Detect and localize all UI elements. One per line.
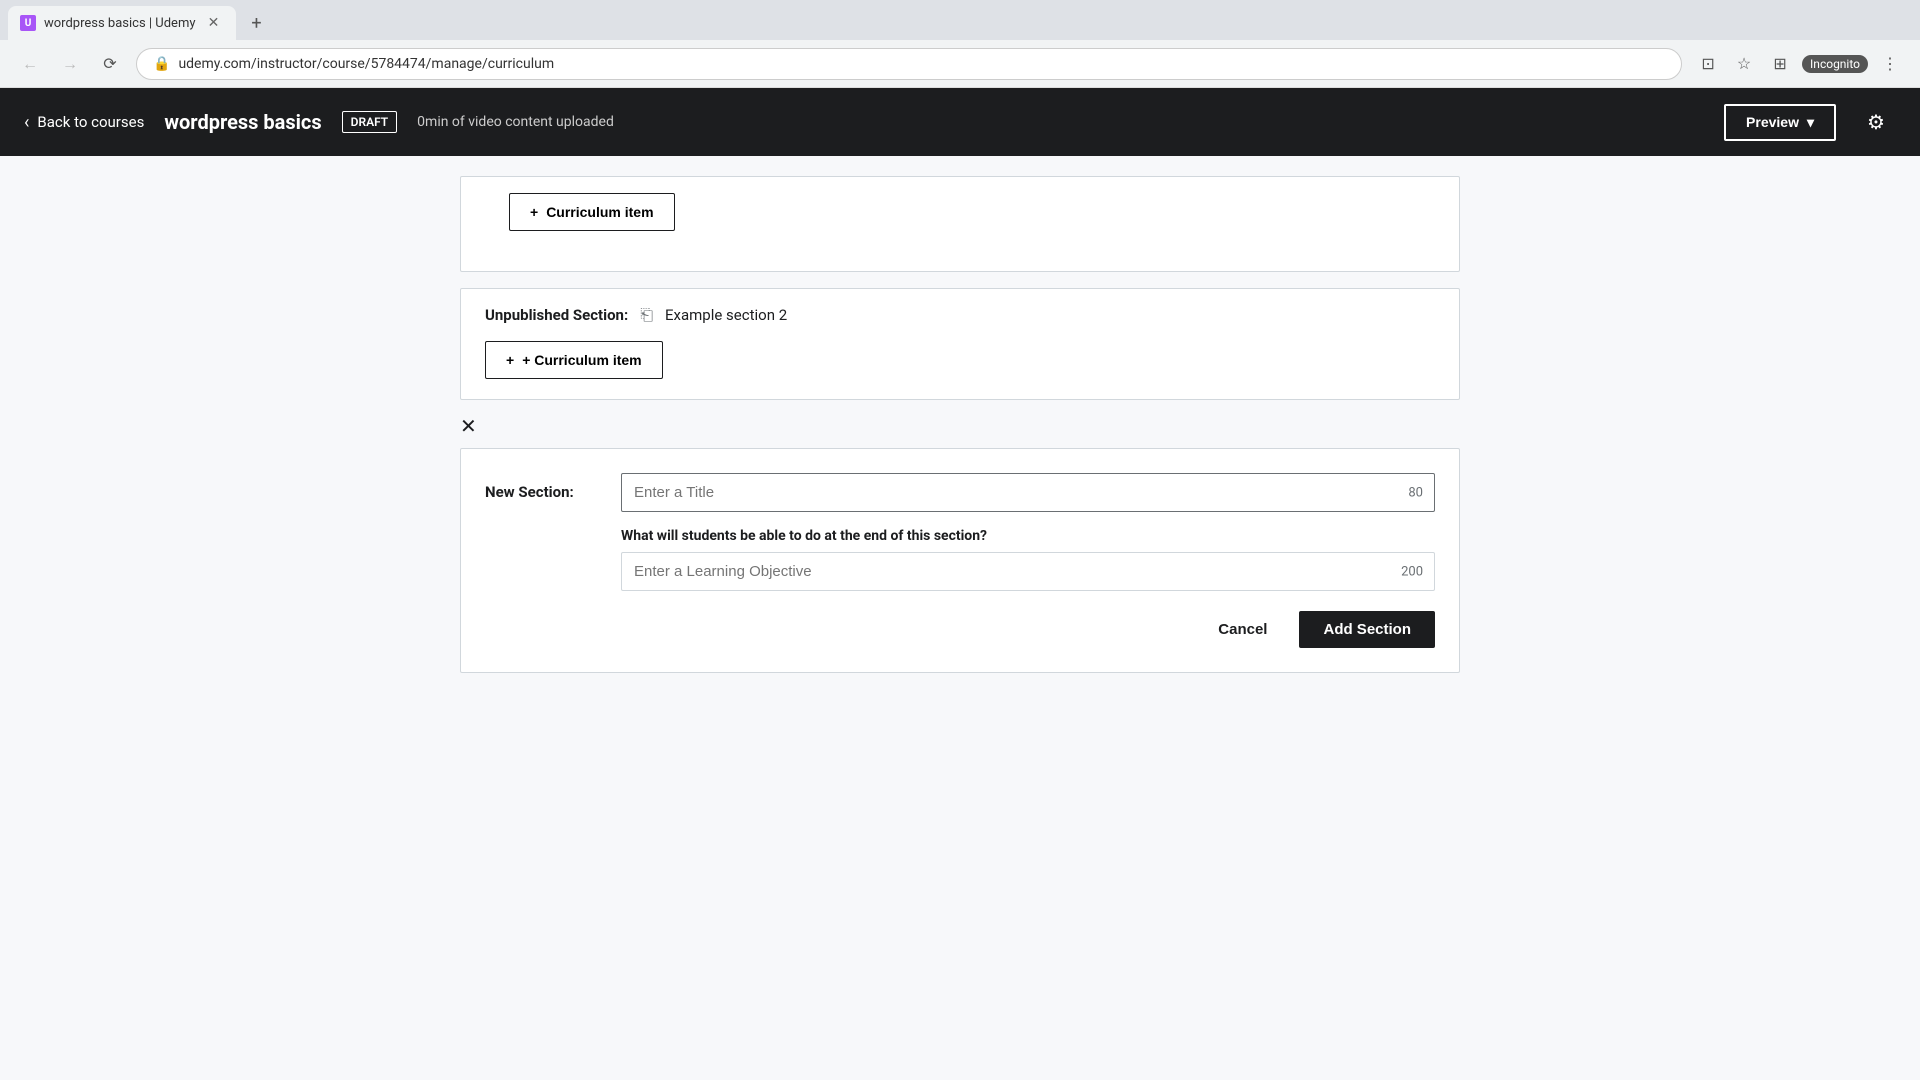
- back-arrow-icon: ‹: [24, 112, 29, 133]
- curriculum-item-label-1: Curriculum item: [546, 204, 653, 220]
- objective-char-count: 200: [1401, 564, 1423, 579]
- section-2-card: Unpublished Section: ⎗ Example section 2…: [460, 288, 1460, 400]
- curriculum-item-label-2: + Curriculum item: [522, 352, 641, 368]
- tab-favicon: U: [20, 15, 36, 31]
- add-section-label: Add Section: [1323, 621, 1411, 638]
- preview-button[interactable]: Preview ▾: [1724, 104, 1836, 141]
- add-section-button[interactable]: Add Section: [1299, 611, 1435, 648]
- partial-section-card: + Curriculum item: [460, 176, 1460, 272]
- section-2-doc-icon: ⎗: [640, 305, 653, 325]
- url-bar[interactable]: 🔒 udemy.com/instructor/course/5784474/ma…: [136, 48, 1682, 80]
- bookmark-icon[interactable]: ☆: [1730, 50, 1758, 78]
- new-section-close-wrapper: ✕: [460, 416, 1460, 448]
- section-2-label: Unpublished Section:: [485, 306, 628, 324]
- reload-button[interactable]: ⟳: [96, 50, 124, 78]
- section-2-header: Unpublished Section: ⎗ Example section 2: [461, 289, 1459, 341]
- browser-window: U wordpress basics | Udemy ✕ + ← → ⟳ 🔒 u…: [0, 0, 1920, 1080]
- new-section-label: New Section:: [485, 473, 605, 501]
- close-new-section-icon[interactable]: ✕: [460, 416, 477, 436]
- course-title: wordpress basics: [164, 110, 321, 134]
- settings-button[interactable]: ⚙: [1856, 102, 1896, 142]
- back-to-courses-label: Back to courses: [37, 113, 144, 131]
- draft-badge: DRAFT: [342, 111, 398, 133]
- new-tab-button[interactable]: +: [240, 6, 274, 40]
- menu-icon[interactable]: ⋮: [1876, 50, 1904, 78]
- incognito-badge: Incognito: [1802, 55, 1868, 73]
- profile-icon[interactable]: ⊞: [1766, 50, 1794, 78]
- browser-actions: ⊡ ☆ ⊞ Incognito ⋮: [1694, 50, 1904, 78]
- section-2-body: + + Curriculum item: [461, 341, 1459, 399]
- video-info-text: 0min of video content uploaded: [417, 114, 1704, 130]
- objective-input[interactable]: [621, 552, 1435, 591]
- tab-close-button[interactable]: ✕: [204, 13, 224, 33]
- curriculum-item-icon: +: [530, 204, 538, 220]
- objective-section: What will students be able to do at the …: [621, 528, 1435, 591]
- new-section-form: New Section: 80 What will students be ab…: [460, 448, 1460, 673]
- address-bar: ← → ⟳ 🔒 udemy.com/instructor/course/5784…: [0, 40, 1920, 88]
- section-title-input[interactable]: [621, 473, 1435, 512]
- curriculum-item-button-1[interactable]: + Curriculum item: [509, 193, 675, 231]
- cast-icon[interactable]: ⊡: [1694, 50, 1722, 78]
- title-char-count: 80: [1408, 485, 1423, 500]
- preview-chevron-icon: ▾: [1807, 114, 1814, 131]
- back-to-courses-link[interactable]: ‹ Back to courses: [24, 112, 144, 133]
- form-actions: Cancel Add Section: [485, 611, 1435, 648]
- active-tab[interactable]: U wordpress basics | Udemy ✕: [8, 6, 236, 40]
- curriculum-item-plus-icon-2: +: [506, 352, 514, 368]
- back-nav-button[interactable]: ←: [16, 50, 44, 78]
- content-wrapper: + Curriculum item Unpublished Section: ⎗…: [460, 156, 1460, 709]
- section-2-name: Example section 2: [665, 306, 787, 324]
- title-row: New Section: 80: [485, 473, 1435, 512]
- title-input-wrapper: 80: [621, 473, 1435, 512]
- main-content: + Curriculum item Unpublished Section: ⎗…: [0, 156, 1920, 1080]
- preview-label: Preview: [1746, 114, 1799, 130]
- url-text: udemy.com/instructor/course/5784474/mana…: [178, 56, 554, 72]
- cancel-button[interactable]: Cancel: [1198, 611, 1287, 648]
- forward-nav-button[interactable]: →: [56, 50, 84, 78]
- objective-question: What will students be able to do at the …: [621, 528, 1435, 544]
- tab-title: wordpress basics | Udemy: [44, 16, 196, 31]
- cancel-label: Cancel: [1218, 621, 1267, 638]
- curriculum-item-button-2[interactable]: + + Curriculum item: [485, 341, 663, 379]
- app-header: ‹ Back to courses wordpress basics DRAFT…: [0, 88, 1920, 156]
- lock-icon: 🔒: [153, 56, 170, 72]
- partial-section-body: + Curriculum item: [485, 193, 1435, 251]
- objective-input-wrapper: 200: [621, 552, 1435, 591]
- tab-bar: U wordpress basics | Udemy ✕ +: [0, 0, 1920, 40]
